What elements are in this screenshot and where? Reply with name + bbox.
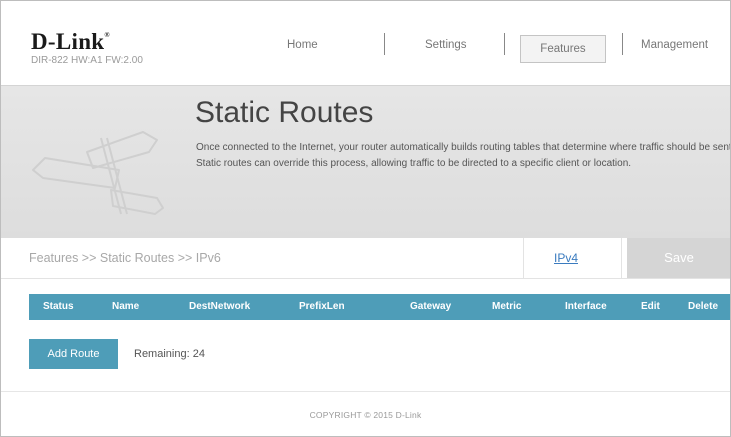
column-header-status: Status (43, 301, 74, 312)
save-button[interactable]: Save (627, 238, 730, 278)
remaining-count: Remaining: 24 (134, 348, 205, 360)
divider (621, 238, 622, 278)
nav-separator (504, 33, 505, 55)
page-title: Static Routes (195, 96, 374, 129)
breadcrumb: Features >> Static Routes >> IPv6 (29, 251, 221, 265)
app-window: D-Link® DIR-822 HW:A1 FW:2.00 Home Setti… (0, 0, 731, 437)
nav-features[interactable]: Features (520, 35, 606, 63)
column-header-name: Name (112, 301, 140, 312)
divider (523, 238, 524, 278)
column-header-prefixlen: PrefixLen (299, 301, 345, 312)
nav-management[interactable]: Management (641, 39, 708, 51)
breadcrumb-bar: Features >> Static Routes >> IPv6 IPv4 S… (1, 238, 730, 279)
brand-logo: D-Link® (31, 29, 110, 54)
add-route-button[interactable]: Add Route (29, 339, 118, 369)
top-header: D-Link® DIR-822 HW:A1 FW:2.00 Home Setti… (1, 1, 730, 85)
column-header-delete: Delete (688, 301, 719, 312)
nav-home[interactable]: Home (287, 39, 318, 51)
page-description: Once connected to the Internet, your rou… (196, 142, 731, 169)
nav-separator (622, 33, 623, 55)
model-info: DIR-822 HW:A1 FW:2.00 (31, 55, 143, 66)
copyright-text: COPYRIGHT © 2015 D-Link (309, 410, 422, 420)
nav-separator (384, 33, 385, 55)
footer-divider (1, 391, 730, 392)
column-header-gateway: Gateway (410, 301, 452, 312)
ipv4-link[interactable]: IPv4 (536, 251, 596, 265)
nav-settings[interactable]: Settings (425, 39, 467, 51)
column-header-destnetwork: DestNetwork (189, 301, 251, 312)
brand-name: D-Link (31, 29, 105, 54)
column-header-metric: Metric (492, 301, 522, 312)
signpost-icon (32, 131, 164, 215)
page-banner: Static Routes Once connected to the Inte… (1, 85, 730, 239)
column-header-edit: Edit (641, 301, 660, 312)
routes-table-header: Status Name DestNetwork PrefixLen Gatewa… (29, 294, 730, 320)
column-header-interface: Interface (565, 301, 607, 312)
